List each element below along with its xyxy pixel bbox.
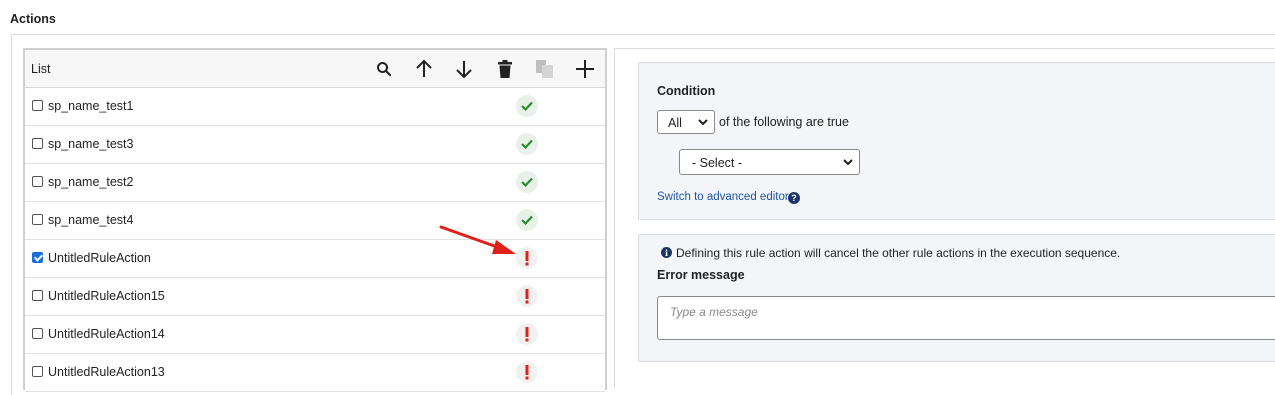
arrow-up-icon[interactable] (413, 58, 435, 80)
match-type-select[interactable]: All (657, 110, 715, 134)
match-suffix-text: of the following are true (719, 115, 849, 129)
copy-icon (534, 58, 556, 80)
check-icon (516, 133, 538, 155)
match-type-value: All (668, 116, 682, 130)
arrow-down-icon[interactable] (453, 58, 475, 80)
row-label: UntitledRuleAction (48, 251, 151, 265)
plus-icon[interactable] (574, 58, 596, 80)
condition-field-select[interactable]: - Select - (679, 149, 860, 175)
condition-field-value: - Select - (692, 156, 743, 170)
help-icon[interactable]: ? (788, 192, 800, 204)
row-checkbox[interactable] (32, 176, 43, 187)
search-icon[interactable] (373, 58, 395, 80)
list-item[interactable]: UntitledRuleAction13 (25, 354, 605, 392)
row-checkbox[interactable] (32, 100, 43, 111)
list-item[interactable]: sp_name_test3 (25, 126, 605, 164)
row-label: UntitledRuleAction15 (48, 289, 165, 303)
check-icon (516, 171, 538, 193)
error-message-input[interactable]: Type a message (657, 296, 1275, 340)
info-icon: i (661, 247, 672, 258)
trash-icon[interactable] (494, 58, 516, 80)
list-item[interactable]: sp_name_test1 (25, 88, 605, 126)
row-label: UntitledRuleAction13 (48, 365, 165, 379)
error-icon (516, 361, 538, 383)
list-item[interactable]: sp_name_test2 (25, 164, 605, 202)
error-icon (516, 285, 538, 307)
section-title: Actions (10, 12, 56, 26)
row-label: UntitledRuleAction14 (48, 327, 165, 341)
list-item[interactable]: UntitledRuleAction15 (25, 278, 605, 316)
list-item[interactable]: UntitledRuleAction14 (25, 316, 605, 354)
row-checkbox[interactable] (32, 138, 43, 149)
error-message-placeholder: Type a message (670, 305, 758, 319)
list-header: List (25, 50, 605, 88)
chevron-down-icon (843, 159, 853, 166)
advanced-editor-link[interactable]: Switch to advanced editor (657, 191, 789, 203)
action-list-panel: List sp_name_test1 sp_name_test3 sp_name_t… (23, 48, 607, 392)
info-text: Defining this rule action will cancel th… (676, 246, 1121, 260)
row-checkbox[interactable] (32, 328, 43, 339)
row-checkbox[interactable] (32, 214, 43, 225)
row-label: sp_name_test4 (48, 213, 134, 227)
error-message-label: Error message (657, 268, 745, 282)
error-panel: i Defining this rule action will cancel … (638, 234, 1275, 362)
check-icon (516, 95, 538, 117)
row-label: sp_name_test1 (48, 99, 134, 113)
row-checkbox[interactable] (32, 252, 43, 263)
row-label: sp_name_test3 (48, 137, 134, 151)
error-icon (516, 323, 538, 345)
row-label: sp_name_test2 (48, 175, 134, 189)
annotation-arrow-icon (439, 225, 516, 254)
chevron-down-icon (698, 119, 708, 126)
condition-panel: Condition All of the following are true … (638, 62, 1275, 220)
list-header-label: List (31, 62, 51, 76)
row-checkbox[interactable] (32, 290, 43, 301)
row-checkbox[interactable] (32, 366, 43, 377)
condition-title: Condition (657, 84, 716, 98)
